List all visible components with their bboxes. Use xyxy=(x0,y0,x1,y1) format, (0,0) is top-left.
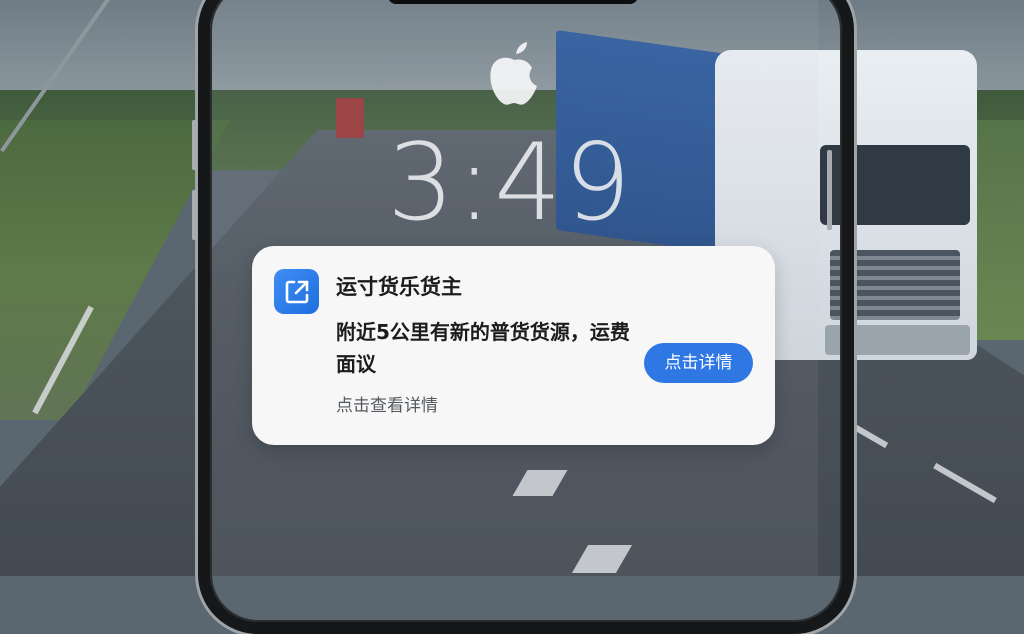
notification-message: 附近5公里有新的普货货源，运费面议 xyxy=(336,320,630,376)
volume-button xyxy=(192,190,197,240)
app-icon xyxy=(274,269,319,314)
notification-hint: 点击查看详情 xyxy=(336,396,438,416)
external-link-icon xyxy=(285,280,308,303)
power-button xyxy=(827,150,832,230)
lock-screen-time: 3:49 xyxy=(386,121,634,244)
notification-app-name: 运寸货乐货主 xyxy=(336,275,462,299)
apple-logo-icon xyxy=(490,42,537,105)
push-notification[interactable]: 运寸货乐货主 附近5公里有新的普货货源，运费面议 点击查看详情 点击详情 xyxy=(252,246,775,445)
view-details-button[interactable]: 点击详情 xyxy=(644,343,753,383)
volume-button xyxy=(192,120,197,170)
dynamic-island xyxy=(388,0,638,4)
